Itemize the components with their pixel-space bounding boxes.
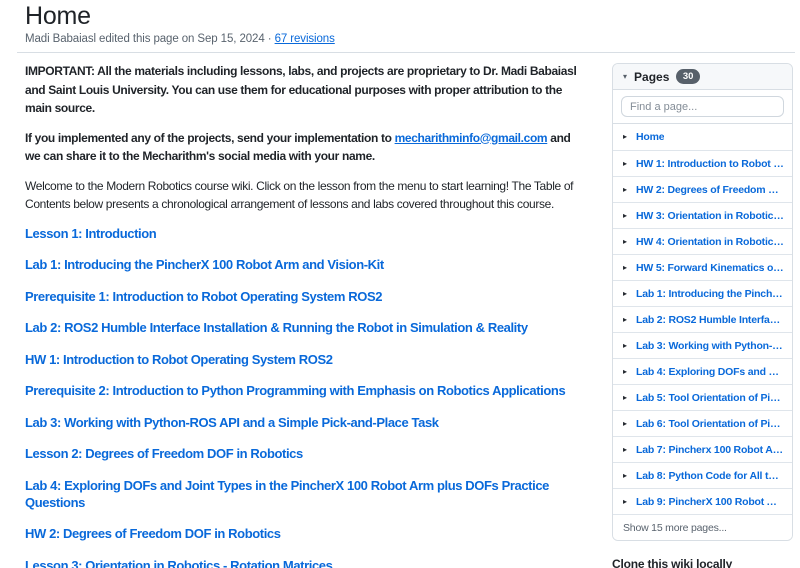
chevron-right-icon: ▸: [623, 342, 627, 350]
sidebar-item-lab-5[interactable]: ▸Lab 5: Tool Orientation of PincherX 10.…: [613, 384, 792, 410]
chevron-right-icon: ▸: [623, 264, 627, 272]
chevron-down-icon: ▾: [623, 73, 627, 81]
toc-link-lab-2[interactable]: Lab 2: ROS2 Humble Interface Installatio…: [25, 320, 528, 335]
welcome-paragraph: Welcome to the Modern Robotics course wi…: [25, 177, 585, 214]
chevron-right-icon: ▸: [623, 238, 627, 246]
page-search-input[interactable]: [621, 96, 784, 117]
edit-meta-text: Madi Babaiasl edited this page on Sep 15…: [25, 33, 265, 45]
toc-heading-prerequisite-2: Prerequisite 2: Introduction to Python P…: [25, 382, 585, 399]
toc-heading-lab-1: Lab 1: Introducing the PincherX 100 Robo…: [25, 256, 585, 273]
toc-link-lesson-2[interactable]: Lesson 2: Degrees of Freedom DOF in Robo…: [25, 446, 303, 461]
chevron-right-icon: ▸: [623, 316, 627, 324]
edit-meta: Madi Babaiasl edited this page on Sep 15…: [25, 33, 795, 45]
meta-separator: ·: [268, 33, 272, 45]
toc-link-hw-2[interactable]: HW 2: Degrees of Freedom DOF in Robotics: [25, 526, 281, 541]
show-more-pages-button[interactable]: Show 15 more pages...: [613, 514, 792, 540]
pages-count-badge: 30: [676, 69, 700, 83]
chevron-right-icon: ▸: [623, 290, 627, 298]
wiki-page: Home Madi Babaiasl edited this page on S…: [0, 0, 800, 568]
toc-heading-lab-4: Lab 4: Exploring DOFs and Joint Types in…: [25, 477, 585, 511]
toc-link-lab-1[interactable]: Lab 1: Introducing the PincherX 100 Robo…: [25, 257, 384, 272]
sidebar-item-lab-6[interactable]: ▸Lab 6: Tool Orientation of PincherX 1..…: [613, 410, 792, 436]
toc-heading-lesson-3: Lesson 3: Orientation in Robotics - Rota…: [25, 557, 585, 568]
sidebar-item-hw-4[interactable]: ▸HW 4: Orientation in Robotics - Expo...: [613, 228, 792, 254]
chevron-right-icon: ▸: [623, 212, 627, 220]
toc-link-hw-1[interactable]: HW 1: Introduction to Robot Operating Sy…: [25, 352, 333, 367]
pages-panel: ▾ Pages 30 ▸Home ▸HW 1: Introduction to …: [612, 63, 793, 541]
toc-link-prerequisite-1[interactable]: Prerequisite 1: Introduction to Robot Op…: [25, 289, 382, 304]
pages-panel-title: Pages: [634, 70, 669, 84]
chevron-right-icon: ▸: [623, 498, 627, 506]
email-link[interactable]: mecharithminfo@gmail.com: [395, 131, 548, 145]
chevron-right-icon: ▸: [623, 368, 627, 376]
chevron-right-icon: ▸: [623, 446, 627, 454]
chevron-right-icon: ▸: [623, 472, 627, 480]
projects-text-before: If you implemented any of the projects, …: [25, 131, 395, 145]
chevron-right-icon: ▸: [623, 420, 627, 428]
sidebar-item-lab-4[interactable]: ▸Lab 4: Exploring DOFs and Joint Type...: [613, 358, 792, 384]
toc-heading-lesson-1: Lesson 1: Introduction: [25, 225, 585, 242]
sidebar-item-hw-5[interactable]: ▸HW 5: Forward Kinematics of Kinova'...: [613, 254, 792, 280]
toc-heading-lab-2: Lab 2: ROS2 Humble Interface Installatio…: [25, 319, 585, 336]
pages-sidebar: ▾ Pages 30 ▸Home ▸HW 1: Introduction to …: [612, 63, 793, 568]
sidebar-item-hw-3[interactable]: ▸HW 3: Orientation in Robotics - Rotat..…: [613, 202, 792, 228]
important-paragraph: IMPORTANT: All the materials including l…: [25, 62, 585, 118]
sidebar-item-lab-3[interactable]: ▸Lab 3: Working with Python-ROS API ...: [613, 332, 792, 358]
page-list: ▸Home ▸HW 1: Introduction to Robot Opera…: [613, 124, 792, 514]
toc-link-lesson-3[interactable]: Lesson 3: Orientation in Robotics - Rota…: [25, 558, 332, 568]
chevron-right-icon: ▸: [623, 186, 627, 194]
chevron-right-icon: ▸: [623, 160, 627, 168]
chevron-right-icon: ▸: [623, 394, 627, 402]
sidebar-item-hw-2[interactable]: ▸HW 2: Degrees of Freedom DOF in R...: [613, 176, 792, 202]
toc-heading-hw-1: HW 1: Introduction to Robot Operating Sy…: [25, 351, 585, 368]
toc-link-prerequisite-2[interactable]: Prerequisite 2: Introduction to Python P…: [25, 383, 565, 398]
revisions-link[interactable]: 67 revisions: [275, 33, 335, 45]
toc-link-lab-4[interactable]: Lab 4: Exploring DOFs and Joint Types in…: [25, 478, 549, 510]
wiki-content: IMPORTANT: All the materials including l…: [25, 53, 585, 568]
toc-link-lab-3[interactable]: Lab 3: Working with Python-ROS API and a…: [25, 415, 439, 430]
sidebar-item-hw-1[interactable]: ▸HW 1: Introduction to Robot Operati...: [613, 150, 792, 176]
sidebar-item-lab-7[interactable]: ▸Lab 7: Pincherx 100 Robot Arm's Pose...: [613, 436, 792, 462]
sidebar-item-lab-8[interactable]: ▸Lab 8: Python Code for All the Math f..…: [613, 462, 792, 488]
pages-panel-header[interactable]: ▾ Pages 30: [613, 64, 792, 90]
toc-link-lesson-1[interactable]: Lesson 1: Introduction: [25, 226, 156, 241]
chevron-right-icon: ▸: [623, 133, 627, 141]
toc-heading-prerequisite-1: Prerequisite 1: Introduction to Robot Op…: [25, 288, 585, 305]
page-title: Home: [25, 2, 795, 30]
projects-paragraph: If you implemented any of the projects, …: [25, 129, 585, 166]
toc-heading-hw-2: HW 2: Degrees of Freedom DOF in Robotics: [25, 525, 585, 542]
sidebar-item-lab-9[interactable]: ▸Lab 9: PincherX 100 Robot Arm's For...: [613, 488, 792, 514]
toc-heading-lab-3: Lab 3: Working with Python-ROS API and a…: [25, 414, 585, 431]
sidebar-item-lab-1[interactable]: ▸Lab 1: Introducing the PincherX 100 R..…: [613, 280, 792, 306]
page-search-row: [613, 90, 792, 124]
clone-wiki-label: Clone this wiki locally: [612, 557, 793, 568]
toc-heading-lesson-2: Lesson 2: Degrees of Freedom DOF in Robo…: [25, 445, 585, 462]
sidebar-item-home[interactable]: ▸Home: [613, 124, 792, 150]
sidebar-item-lab-2[interactable]: ▸Lab 2: ROS2 Humble Interface Install...: [613, 306, 792, 332]
